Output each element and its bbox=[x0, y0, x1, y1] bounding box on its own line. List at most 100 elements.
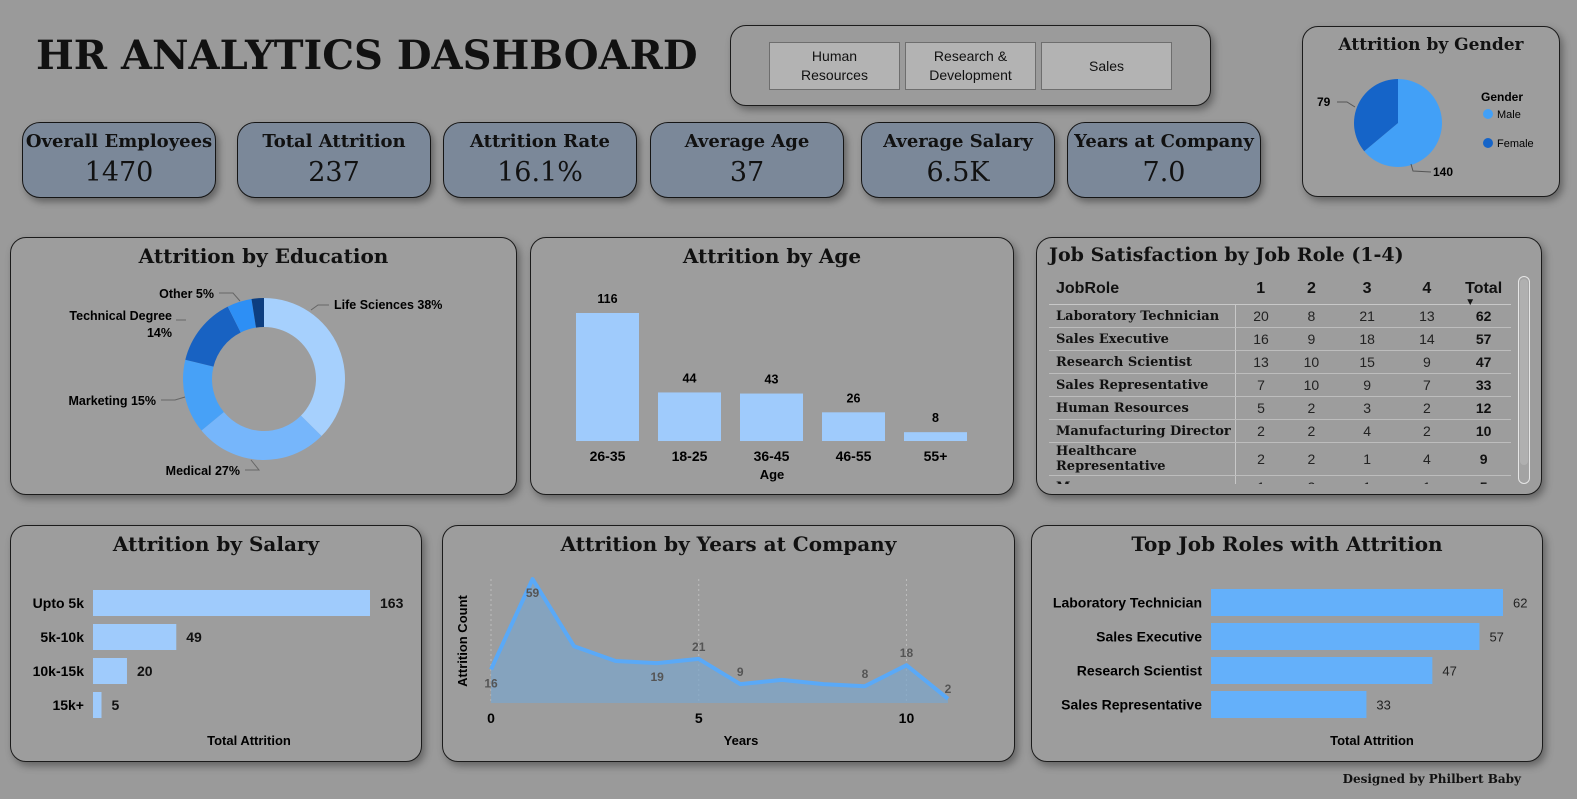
cell-jobrole: Healthcare Representative bbox=[1049, 442, 1236, 476]
cell-level-2: 10 bbox=[1286, 373, 1337, 397]
x-axis-title: Years bbox=[724, 733, 759, 748]
y-tick-label: Upto 5k bbox=[33, 595, 85, 611]
bar-sales-representative[interactable] bbox=[1211, 691, 1367, 718]
cell-level-2: 2 bbox=[1286, 419, 1337, 443]
bar-36-45[interactable] bbox=[740, 393, 803, 441]
table-row[interactable]: Sales Representative 7 10 9 7 33 bbox=[1049, 373, 1511, 397]
data-label-technical-degree: Technical Degree bbox=[69, 309, 172, 323]
salary-chart-panel: Attrition by Salary Upto 5k 163 5k-10k 49 10… bbox=[10, 525, 422, 762]
cell-level-4: 2 bbox=[1397, 419, 1457, 443]
kpi-label: Average Age bbox=[684, 131, 810, 152]
column-header-total-label: Total bbox=[1465, 280, 1503, 297]
cell-level-3: 18 bbox=[1336, 327, 1398, 351]
cell-level-2: 8 bbox=[1286, 304, 1337, 328]
bar-laboratory-technician[interactable] bbox=[1211, 589, 1503, 616]
legend-item-female[interactable]: Female bbox=[1497, 138, 1534, 150]
job-satisfaction-panel: Job Satisfaction by Job Role (1-4) JobRo… bbox=[1036, 237, 1542, 495]
bar-18-25[interactable] bbox=[658, 392, 721, 441]
slicer-option-human-resources[interactable]: Human Resources bbox=[769, 42, 900, 90]
data-label-life-sciences: Life Sciences 38% bbox=[334, 298, 442, 312]
bar-46-55[interactable] bbox=[822, 412, 885, 441]
salary-bar-chart: Upto 5k 163 5k-10k 49 10k-15k 20 15k+ 5 Total At… bbox=[33, 590, 404, 748]
leader-line bbox=[1410, 163, 1432, 173]
kpi-value: 6.5K bbox=[926, 157, 990, 188]
education-chart-panel: Attrition by Education Life Sciences 38%… bbox=[10, 237, 517, 495]
cell-level-1: 1 bbox=[1235, 475, 1287, 484]
table-row[interactable]: Healthcare Representative 2 2 1 4 9 bbox=[1049, 442, 1511, 476]
kpi-value: 1470 bbox=[84, 157, 154, 188]
x-tick-label: 0 bbox=[487, 710, 495, 726]
legend-swatch-male bbox=[1483, 109, 1493, 119]
slicer-option-research-development[interactable]: Research & Development bbox=[905, 42, 1036, 90]
data-label: 8 bbox=[862, 667, 869, 681]
data-label: 33 bbox=[1376, 698, 1390, 713]
column-header-3[interactable]: 3 bbox=[1336, 274, 1398, 305]
footer-credit: Designed by Philbert Baby bbox=[1342, 772, 1521, 786]
table-row[interactable]: Manager12115 bbox=[1049, 475, 1511, 484]
bar-5k-10k[interactable] bbox=[93, 624, 177, 650]
x-axis-title: Total Attrition bbox=[207, 733, 291, 748]
cell-total: 12 bbox=[1456, 396, 1511, 420]
gender-pie-chart: Gender 140 79 Male Female bbox=[1317, 79, 1534, 179]
column-header-jobrole[interactable]: JobRole bbox=[1049, 274, 1236, 305]
donut-slice-medical[interactable] bbox=[201, 412, 322, 460]
cell-level-3: 3 bbox=[1336, 396, 1398, 420]
cell-level-1: 2 bbox=[1235, 419, 1287, 443]
cell-level-1: 13 bbox=[1235, 350, 1287, 374]
data-label-female: 79 bbox=[1317, 95, 1331, 109]
bar-55+[interactable] bbox=[904, 432, 967, 441]
cell-level-1: 5 bbox=[1235, 396, 1287, 420]
table-scrollbar[interactable] bbox=[1518, 276, 1530, 484]
cell-level-1: 20 bbox=[1235, 304, 1287, 328]
kpi-label: Years at Company bbox=[1074, 131, 1254, 152]
y-tick-label: Laboratory Technician bbox=[1053, 595, 1202, 611]
scrollbar-thumb[interactable] bbox=[1520, 279, 1528, 465]
cell-level-2: 2 bbox=[1286, 396, 1337, 420]
slicer-option-sales[interactable]: Sales bbox=[1041, 42, 1172, 90]
table-row[interactable]: Manufacturing Director 2 2 4 2 10 bbox=[1049, 419, 1511, 443]
column-header-1[interactable]: 1 bbox=[1235, 274, 1287, 305]
bar-research-scientist[interactable] bbox=[1211, 657, 1433, 684]
table-row[interactable]: Human Resources 5 2 3 2 12 bbox=[1049, 396, 1511, 420]
kpi-value: 16.1% bbox=[497, 157, 583, 188]
cell-level-4: 9 bbox=[1397, 350, 1457, 374]
cell-level-4: 4 bbox=[1397, 442, 1457, 476]
data-label: 116 bbox=[597, 292, 617, 306]
bar-sales-executive[interactable] bbox=[1211, 623, 1480, 650]
data-label: 16 bbox=[484, 676, 498, 690]
kpi-label: Average Salary bbox=[883, 131, 1033, 152]
cell-level-3: 15 bbox=[1336, 350, 1398, 374]
table-row[interactable]: Laboratory Technician 20 8 21 13 62 bbox=[1049, 304, 1511, 328]
cell-level-4: 7 bbox=[1397, 373, 1457, 397]
cell-level-4: 2 bbox=[1397, 396, 1457, 420]
kpi-value: 237 bbox=[308, 157, 360, 188]
kpi-attrition-rate: Attrition Rate 16.1% bbox=[443, 122, 637, 198]
bar-10k-15k[interactable] bbox=[93, 658, 127, 684]
cell-level-3: 4 bbox=[1336, 419, 1398, 443]
cell-level-3: 1 bbox=[1336, 475, 1398, 484]
column-header-4[interactable]: 4 bbox=[1397, 274, 1457, 305]
bar-15k+[interactable] bbox=[93, 692, 102, 718]
bar-upto-5k[interactable] bbox=[93, 590, 370, 616]
cell-jobrole: Sales Representative bbox=[1049, 373, 1236, 397]
column-header-2[interactable]: 2 bbox=[1286, 274, 1337, 305]
cell-jobrole: Human Resources bbox=[1049, 396, 1236, 420]
legend-item-male[interactable]: Male bbox=[1497, 109, 1521, 121]
cell-jobrole: Manufacturing Director bbox=[1049, 419, 1236, 443]
x-tick-label: 46-55 bbox=[836, 448, 872, 464]
data-label: 18 bbox=[900, 646, 914, 660]
leader-line bbox=[245, 459, 261, 471]
top-roles-chart-panel: Top Job Roles with Attrition Laboratory … bbox=[1031, 525, 1543, 762]
bar-26-35[interactable] bbox=[576, 313, 639, 441]
data-label: 57 bbox=[1489, 630, 1503, 645]
top-roles-bar-chart: Laboratory Technician 62 Sales Executive 57… bbox=[1053, 589, 1527, 748]
sort-descending-icon: ▼ bbox=[1465, 297, 1476, 308]
column-header-total[interactable]: Total ▼ bbox=[1456, 274, 1511, 308]
table-row[interactable]: Research Scientist 13 10 15 9 47 bbox=[1049, 350, 1511, 374]
data-label: 8 bbox=[932, 411, 939, 425]
cell-level-3: 9 bbox=[1336, 373, 1398, 397]
y-tick-label: Research Scientist bbox=[1077, 663, 1203, 679]
data-label: 62 bbox=[1513, 596, 1527, 611]
donut-slice-life-sciences[interactable] bbox=[264, 298, 346, 437]
table-row[interactable]: Sales Executive 16 9 18 14 57 bbox=[1049, 327, 1511, 351]
